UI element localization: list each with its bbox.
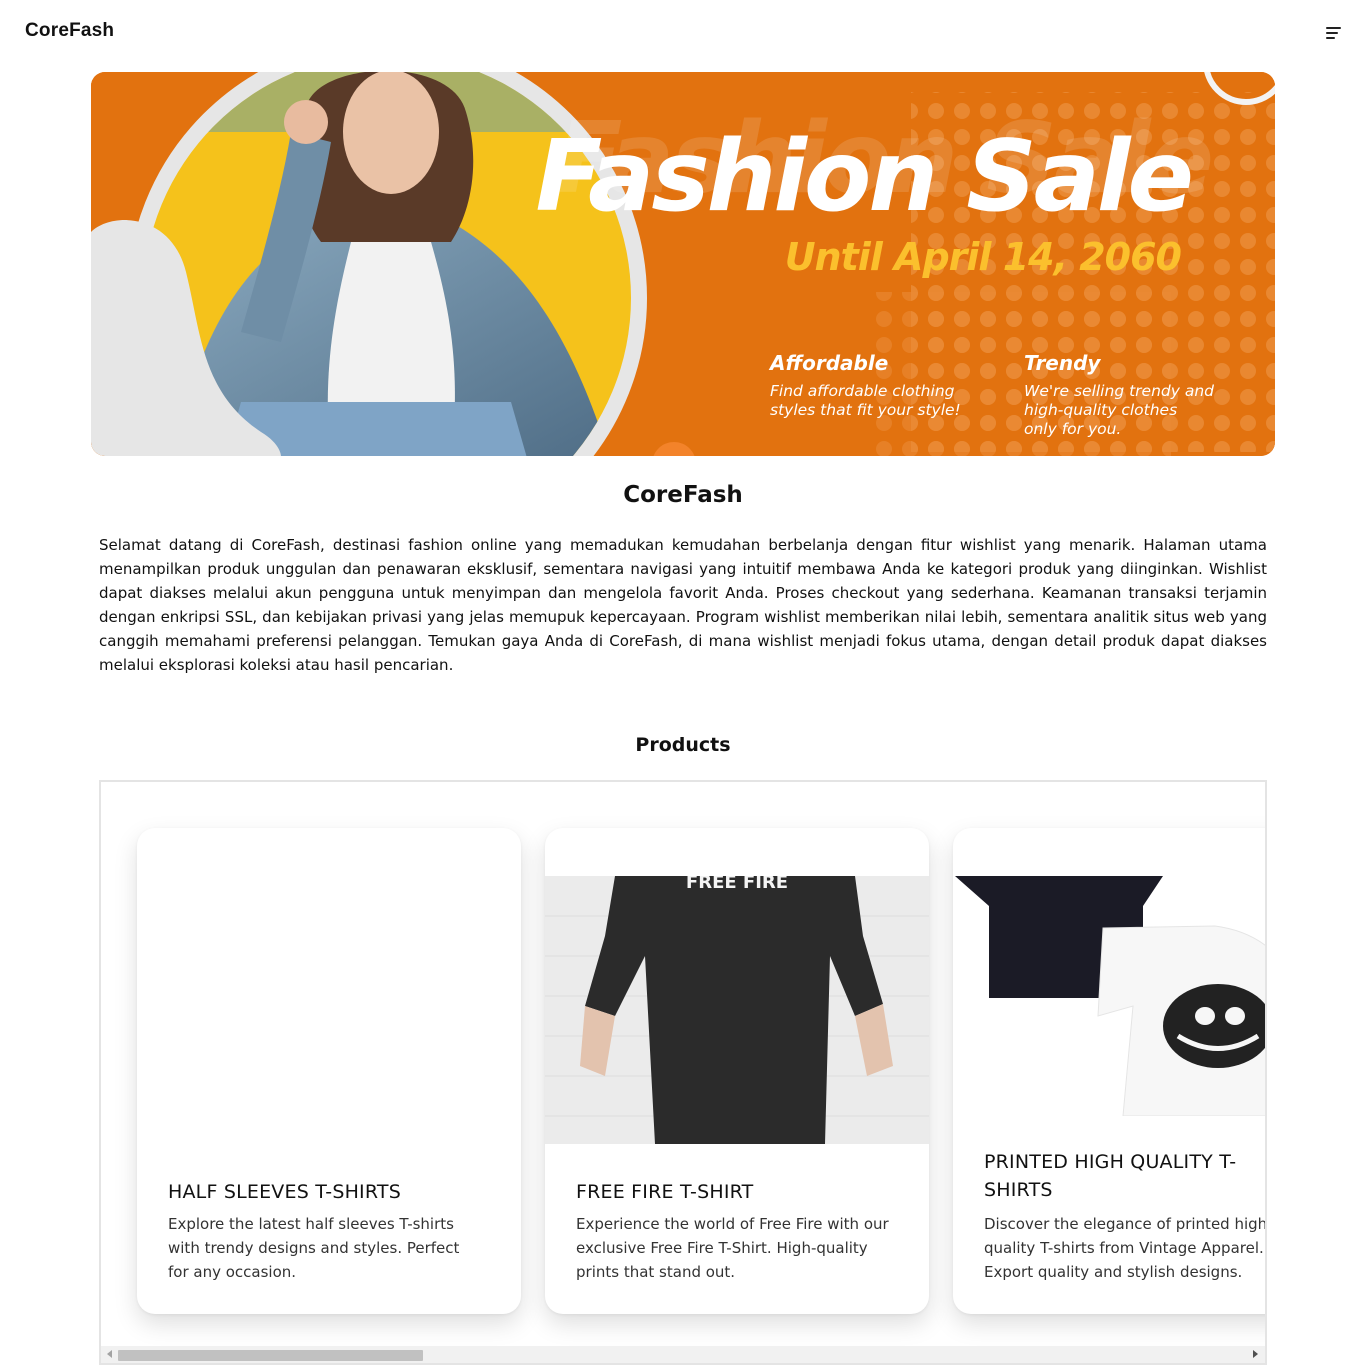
svg-text:FREE FIRE: FREE FIRE bbox=[686, 876, 788, 893]
hero-banner[interactable]: Fashion Sale Fashion Sale Until April 14… bbox=[91, 72, 1275, 456]
brand-logo[interactable]: CoreFash bbox=[25, 20, 114, 42]
feature-affordable-text: Find affordable clothing styles that fit… bbox=[770, 382, 961, 419]
hamburger-menu-icon[interactable] bbox=[1322, 22, 1344, 42]
products-heading: Products bbox=[635, 734, 731, 756]
product-description: Discover the elegance of printed high qu… bbox=[984, 1215, 1267, 1281]
product-card[interactable]: FREE FIRE FREE FIRE T-SHIRT Experience t… bbox=[545, 828, 929, 1314]
scroll-right-arrow-icon[interactable] bbox=[1253, 1350, 1258, 1358]
scroll-left-arrow-icon[interactable] bbox=[107, 1350, 112, 1358]
sale-headline: Fashion Sale bbox=[535, 120, 1194, 234]
products-carousel[interactable]: HALF SLEEVES T-SHIRTS Explore the latest… bbox=[99, 780, 1267, 1365]
carousel-scrollbar[interactable] bbox=[101, 1346, 1265, 1363]
intro-paragraph: Selamat datang di CoreFash, destinasi fa… bbox=[99, 536, 1267, 674]
feature-trendy-text: We're selling trendy and high-quality cl… bbox=[1024, 382, 1214, 438]
feature-trendy-title: Trendy bbox=[1024, 351, 1101, 375]
sale-date: Until April 14, 2060 bbox=[784, 235, 1182, 279]
product-description: Explore the latest half sleeves T-shirts… bbox=[168, 1215, 460, 1281]
scrollbar-thumb[interactable] bbox=[118, 1350, 423, 1361]
feature-affordable-title: Affordable bbox=[770, 351, 889, 375]
product-name: FREE FIRE T-SHIRT bbox=[576, 1181, 754, 1203]
product-name: PRINTED HIGH QUALITY T- SHIRTS bbox=[984, 1151, 1237, 1201]
site-title: CoreFash bbox=[623, 482, 743, 508]
product-name: HALF SLEEVES T-SHIRTS bbox=[168, 1181, 401, 1203]
product-image: FREE FIRE bbox=[545, 872, 929, 1144]
product-image bbox=[953, 876, 1265, 1117]
product-card[interactable]: HALF SLEEVES T-SHIRTS Explore the latest… bbox=[137, 828, 521, 1314]
product-card[interactable]: PRINTED HIGH QUALITY T- SHIRTS Discover … bbox=[953, 828, 1267, 1314]
product-image bbox=[137, 876, 521, 1144]
navbar: CoreFash bbox=[0, 0, 1366, 64]
product-description: Experience the world of Free Fire with o… bbox=[576, 1215, 889, 1281]
